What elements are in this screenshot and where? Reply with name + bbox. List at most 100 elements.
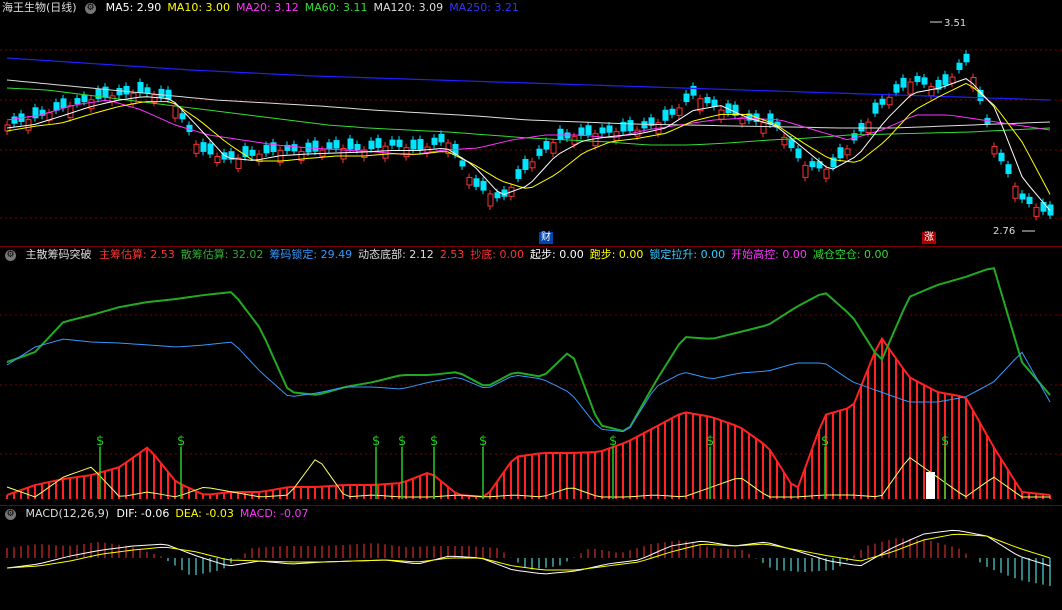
candle-body [557, 128, 564, 140]
candle-body [123, 85, 130, 95]
candle-body [788, 139, 795, 149]
candle-body [536, 148, 543, 156]
candle-body [494, 192, 501, 199]
lock-chip-line [6, 338, 1051, 433]
candle-body [634, 129, 641, 137]
macd-title: MACD(12,26,9) [25, 507, 110, 520]
candle-body [368, 140, 375, 150]
legend-item: MA120: 3.09 [373, 1, 444, 14]
candle-body [865, 121, 872, 134]
candle-body [1019, 193, 1026, 200]
candle-body [291, 144, 298, 152]
kline-header: 海王生物(日线) ⚙ MA5: 2.90 MA10: 3.00 MA20: 3.12… [0, 0, 531, 16]
legend-item: MA60: 3.11 [304, 1, 368, 14]
candle-body [459, 160, 466, 167]
candle-body [389, 139, 396, 146]
candle-body [1047, 204, 1054, 216]
chip-title: 主散筹码突破 [25, 248, 92, 261]
candle-body [585, 125, 592, 135]
candle-body [732, 104, 739, 116]
legend-item: MA20: 3.12 [236, 1, 299, 14]
candle-body [326, 142, 333, 150]
candle-body [165, 89, 172, 100]
candle-body [578, 127, 585, 136]
kline-chart[interactable] [0, 0, 1062, 246]
dollar-signal-icon: $ [96, 434, 104, 449]
legend-item: 开始高控: 0.00 [731, 248, 807, 261]
candle-body [375, 138, 382, 148]
candle-body [67, 105, 74, 119]
candle-body [529, 161, 536, 169]
candle-body [172, 105, 179, 119]
candle-body [837, 147, 844, 159]
candle-body [991, 145, 998, 155]
dif-line [6, 529, 1051, 575]
candle-body [627, 120, 634, 132]
legend-item: 筹码锁定: 29.49 [269, 248, 353, 261]
candle-body [347, 138, 354, 150]
candle-body [158, 88, 165, 98]
candle-body [354, 144, 361, 151]
candle-body [872, 102, 879, 114]
candle-body [473, 178, 480, 187]
candle-body [144, 87, 151, 94]
candle-body [487, 193, 494, 207]
candle-body [543, 141, 550, 150]
rise-badge[interactable]: 涨 [922, 232, 936, 244]
kline-panel[interactable]: 海王生物(日线) ⚙ MA5: 2.90 MA10: 3.00 MA20: 3.12… [0, 0, 1062, 246]
legend-item: 跑步: 0.00 [589, 248, 644, 261]
candle-body [956, 62, 963, 70]
low-price-note: 2.76 [993, 226, 1016, 237]
candle-body [711, 99, 718, 107]
legend-item: 2.53 [439, 248, 465, 261]
candle-body [550, 142, 557, 154]
candle-body [396, 139, 403, 147]
candle-body [417, 139, 424, 151]
candle-body [949, 76, 956, 84]
chip-legend: 主筹估算: 2.53 散筹估算: 32.02 筹码锁定: 29.49 动态底部: 2.… [99, 248, 895, 261]
candle-body [74, 98, 81, 105]
legend-item: MA250: 3.21 [449, 1, 519, 14]
candle-body [963, 53, 970, 63]
finance-badge[interactable]: 财 [539, 232, 553, 244]
dollar-signal-icon: $ [372, 434, 380, 449]
candle-body [102, 86, 109, 98]
candle-body [1033, 206, 1040, 217]
candle-body [809, 161, 816, 168]
candle-body [914, 76, 921, 83]
candle-body [214, 156, 221, 164]
legend-item: MACD: -0.07 [239, 507, 309, 520]
candle-body [193, 143, 200, 154]
candle-body [921, 77, 928, 85]
candle-body [60, 98, 67, 109]
candle-body [249, 149, 256, 156]
gear-icon[interactable]: ⚙ [5, 508, 16, 520]
chip-panel[interactable]: ⚙ 主散筹码突破 主筹估算: 2.53 散筹估算: 32.02 筹码锁定: 29.4… [0, 247, 1062, 505]
candle-body [403, 147, 410, 158]
dollar-signal-icon: $ [941, 434, 949, 449]
macd-panel[interactable]: ⚙ MACD(12,26,9) DIF: -0.06 DEA: -0.03 MACD… [0, 506, 1062, 610]
candle-body [900, 77, 907, 88]
candle-body [893, 84, 900, 93]
chip-chart[interactable]: $ $ $ $ $ $ $ $ $ $ [0, 247, 1062, 505]
legend-item: 减仓空仓: 0.00 [812, 248, 889, 261]
candle-body [599, 127, 606, 134]
gear-icon[interactable]: ⚙ [85, 2, 97, 14]
candle-body [207, 143, 214, 155]
legend-item: 动态底部: 2.12 [358, 248, 434, 261]
candle-body [263, 144, 270, 154]
candle-body [438, 133, 445, 143]
candle-body [844, 148, 851, 156]
ma-legend: MA5: 2.90 MA10: 3.00 MA20: 3.12 MA60: 3.11 M… [106, 1, 525, 14]
candle-body [998, 152, 1005, 162]
dollar-signal-icon: $ [479, 434, 487, 449]
candle-body [928, 86, 935, 97]
candle-body [781, 136, 788, 146]
candle-body [942, 74, 949, 86]
dea-line [6, 533, 1051, 571]
gear-icon[interactable]: ⚙ [5, 249, 16, 261]
dollar-signal-icon: $ [609, 434, 617, 449]
candle-body [1005, 164, 1012, 174]
candle-body [606, 125, 613, 133]
dollar-signal-icon: $ [177, 434, 185, 449]
